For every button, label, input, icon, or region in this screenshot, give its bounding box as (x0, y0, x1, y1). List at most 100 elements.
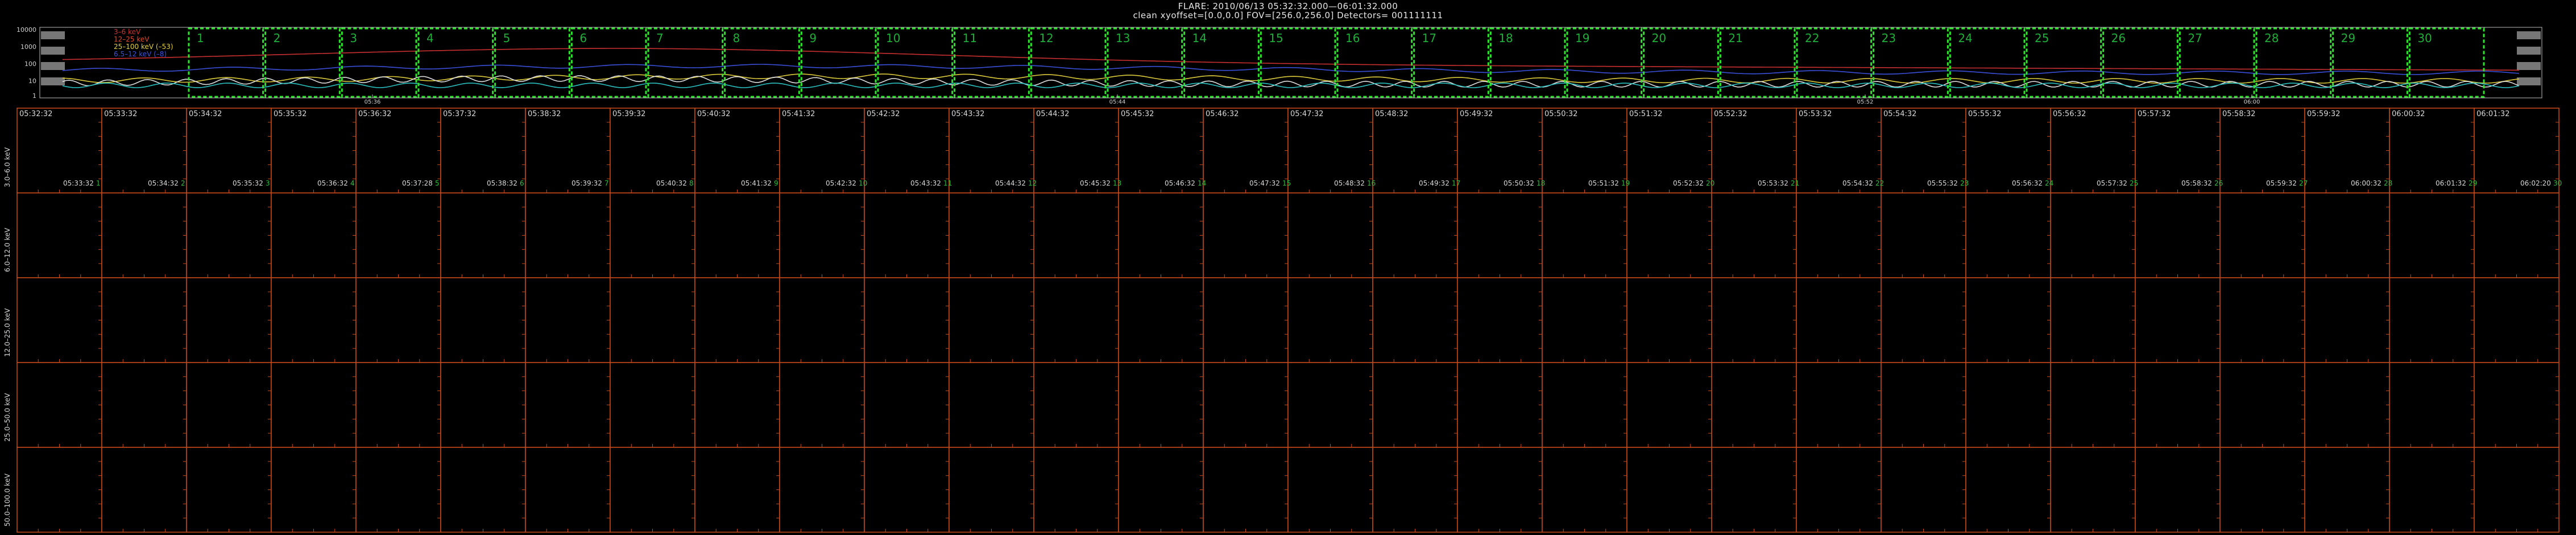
cell-number: 22 (1875, 179, 1885, 187)
image-cell (1203, 277, 1289, 363)
legend-entry: 25–100 keV (–53) (114, 43, 173, 51)
cell-number: 9 (774, 179, 778, 187)
time-interval-number: 9 (809, 31, 817, 45)
image-cell (1711, 362, 1797, 448)
cell-start-time: 05:48:32 (1375, 110, 1409, 118)
cell-end-time: 05:40:32 (656, 179, 687, 187)
cell-start-time: 05:50:32 (1544, 110, 1578, 118)
cell-start-time: 05:45:32 (1121, 110, 1154, 118)
image-cell (525, 277, 611, 363)
cell-end-time: 05:45:32 (1080, 179, 1111, 187)
time-interval-number: 22 (1805, 31, 1819, 45)
image-cell (525, 192, 611, 278)
image-cell (1372, 277, 1458, 363)
cell-start-time: 05:58:32 (2222, 110, 2256, 118)
image-cell (355, 277, 441, 363)
cell-start-time: 05:39:32 (612, 110, 646, 118)
image-cell (2050, 192, 2136, 278)
image-cell (1542, 447, 1627, 533)
time-interval-number: 10 (886, 31, 900, 45)
time-interval-number: 17 (1422, 31, 1436, 45)
image-cell (1457, 192, 1543, 278)
image-cell (1626, 192, 1712, 278)
cell-end-time: 05:34:32 (148, 179, 179, 187)
cell-end-time: 06:02:20 (2520, 179, 2551, 187)
cell-end-time: 05:48:32 (1334, 179, 1365, 187)
time-interval-number: 11 (963, 31, 977, 45)
image-cell (101, 192, 187, 278)
image-cell (525, 447, 611, 533)
cell-end-time: 05:50:32 (1504, 179, 1534, 187)
cell-start-time: 05:56:32 (2053, 110, 2086, 118)
lightcurve-ylabel: 100 (24, 60, 36, 68)
lightcurve-right-block (2517, 77, 2541, 85)
image-cell (1796, 277, 1882, 363)
image-cell (694, 362, 780, 448)
lightcurve-right-block (2517, 31, 2541, 39)
image-cell (1881, 447, 1966, 533)
time-interval-number: 3 (350, 31, 357, 45)
image-cell (1203, 362, 1289, 448)
time-interval-number: 7 (656, 31, 664, 45)
image-cell (1033, 277, 1119, 363)
cell-end-time: 06:01:32 (2436, 179, 2466, 187)
cell-end-time: 05:46:32 (1165, 179, 1195, 187)
cell-end-time: 05:33:32 (63, 179, 94, 187)
image-cell (949, 362, 1034, 448)
cell-end-time: 05:47:32 (1249, 179, 1280, 187)
cell-number: 15 (1282, 179, 1291, 187)
cell-number: 6 (520, 179, 524, 187)
image-cell (525, 362, 611, 448)
lightcurve-xtick-label: 06:00 (2244, 99, 2260, 105)
image-cell (949, 192, 1034, 278)
legend-entry: 12–25 keV (114, 35, 150, 43)
energy-band-label: 12.0–25.0 keV (3, 308, 11, 357)
image-cell (2219, 277, 2305, 363)
cell-end-time: 05:55:32 (1927, 179, 1958, 187)
image-cell (2219, 447, 2305, 533)
cell-end-time: 05:51:32 (1588, 179, 1619, 187)
cell-end-time: 05:37:28 (402, 179, 433, 187)
image-cell (2474, 277, 2560, 363)
image-cell (2304, 447, 2390, 533)
image-cell (101, 447, 187, 533)
image-cell (694, 192, 780, 278)
time-interval-number: 23 (1882, 31, 1896, 45)
image-cell (440, 362, 526, 448)
image-cell (779, 447, 865, 533)
cell-start-time: 06:00:32 (2392, 110, 2425, 118)
image-cell (101, 362, 187, 448)
image-cell (1542, 192, 1627, 278)
image-cell (1033, 362, 1119, 448)
image-cell (16, 447, 102, 533)
image-cell (1457, 362, 1543, 448)
image-cell (1372, 362, 1458, 448)
cell-start-time: 05:55:32 (1968, 110, 2002, 118)
cell-end-time: 05:42:32 (826, 179, 856, 187)
cell-number: 23 (1960, 179, 1969, 187)
image-cell (1711, 277, 1797, 363)
cell-start-time: 05:47:32 (1290, 110, 1324, 118)
image-cell (779, 362, 865, 448)
time-interval-number: 14 (1192, 31, 1207, 45)
image-cell (1118, 447, 1204, 533)
cell-number: 26 (2214, 179, 2223, 187)
image-cell (1542, 362, 1627, 448)
image-cell (271, 277, 357, 363)
image-cell (1372, 447, 1458, 533)
image-cell (186, 447, 272, 533)
image-cell (2050, 277, 2136, 363)
cell-number: 3 (266, 179, 270, 187)
image-cell (1118, 192, 1204, 278)
cell-end-time: 05:44:32 (995, 179, 1026, 187)
image-cell (2474, 192, 2560, 278)
time-interval-number: 20 (1652, 31, 1666, 45)
image-cell (2474, 447, 2560, 533)
image-cell (271, 192, 357, 278)
cell-end-time: 05:56:32 (2012, 179, 2043, 187)
image-cell (1457, 277, 1543, 363)
cell-start-time: 05:59:32 (2307, 110, 2341, 118)
image-cell (1965, 362, 2051, 448)
cell-number: 25 (2130, 179, 2139, 187)
image-cell (2304, 277, 2390, 363)
